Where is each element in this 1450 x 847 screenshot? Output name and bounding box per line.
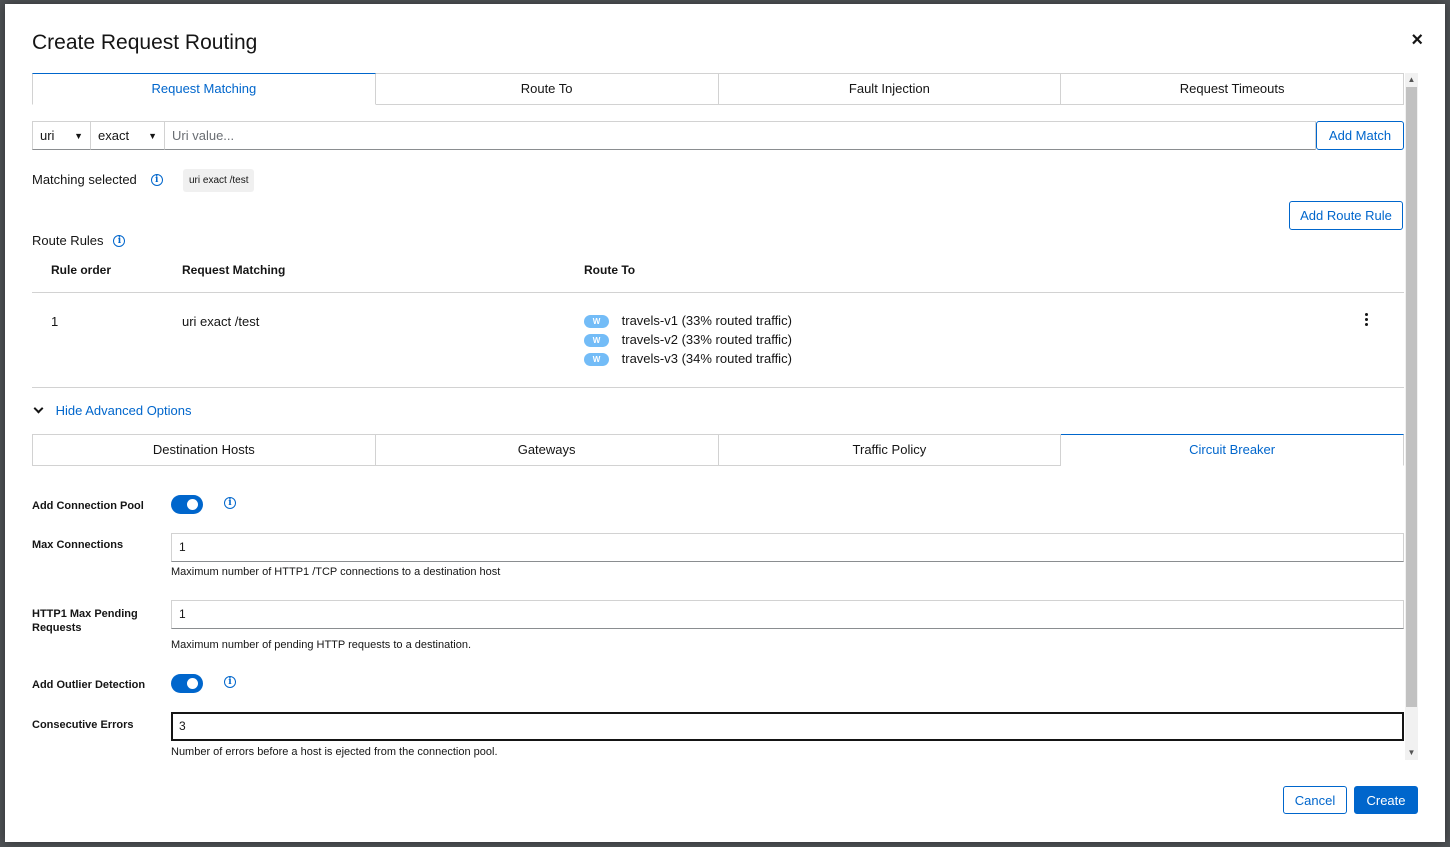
column-request-matching[interactable]: Request Matching [182,263,285,277]
info-icon[interactable]: i [150,174,163,187]
route-rules-table-header: Rule order Request Matching Route To [32,259,1404,293]
consecutive-errors-label: Consecutive Errors [32,719,134,731]
tab-fault-injection[interactable]: Fault Injection [718,73,1062,105]
column-rule-order[interactable]: Rule order [51,263,111,277]
max-connections-input[interactable]: 1 [171,533,1404,562]
close-icon[interactable]: × [1411,30,1423,50]
tab-gateways[interactable]: Gateways [375,434,719,466]
chevron-down-icon [33,403,44,414]
max-connections-helper: Maximum number of HTTP1 /TCP connections… [171,566,501,578]
uri-value-input[interactable]: Uri value... [165,121,1316,150]
add-outlier-detection-label: Add Outlier Detection [32,679,146,691]
tab-request-matching[interactable]: Request Matching [32,73,376,105]
info-icon[interactable]: i [224,497,236,509]
match-operator-value: exact [98,128,130,143]
matching-selected-label: Matching selected [32,172,137,187]
match-field-value: uri [40,128,55,143]
route-to-cell: W travels-v1 (33% routed traffic) W trav… [584,311,792,368]
http1-max-pending-helper: Maximum number of pending HTTP requests … [171,639,472,651]
modal-body: Request Matching Route To Fault Injectio… [32,73,1418,760]
add-match-button[interactable]: Add Match [1316,121,1404,150]
add-connection-pool-label: Add Connection Pool [32,500,144,512]
route-destination: W travels-v1 (33% routed traffic) [584,311,792,330]
consecutive-errors-input[interactable]: 3 [171,712,1404,741]
info-icon[interactable]: i [113,235,126,248]
route-rules-title: Route Rules [32,233,104,248]
table-row: 1 uri exact /test W travels-v1 (33% rout… [32,293,1404,388]
http1-max-pending-input[interactable]: 1 [171,600,1404,629]
http1-max-pending-label: HTTP1 Max Pending Requests [32,607,138,635]
cancel-button[interactable]: Cancel [1283,786,1347,814]
rule-order-cell: 1 [51,314,59,329]
caret-down-icon: ▼ [74,130,83,141]
max-connections-label: Max Connections [32,539,124,551]
route-destination: W travels-v2 (33% routed traffic) [584,330,792,349]
match-operator-select[interactable]: exact ▼ [91,121,165,150]
info-icon[interactable]: i [224,676,236,688]
add-route-rule-button[interactable]: Add Route Rule [1289,201,1403,230]
match-field-select[interactable]: uri ▼ [32,121,91,150]
tab-route-to[interactable]: Route To [375,73,719,105]
create-button[interactable]: Create [1354,786,1418,814]
route-destination-text: travels-v2 (33% routed traffic) [621,332,792,347]
route-destination-text: travels-v1 (33% routed traffic) [621,313,792,328]
route-rules-header: Route Rules i [32,232,126,248]
tab-traffic-policy[interactable]: Traffic Policy [718,434,1062,466]
scrollbar[interactable]: ▲ ▼ [1405,73,1418,760]
create-request-routing-modal: Create Request Routing × Request Matchin… [5,4,1445,842]
route-destination: W travels-v3 (34% routed traffic) [584,349,792,368]
kebab-menu-icon[interactable] [1365,313,1369,328]
tab-destination-hosts[interactable]: Destination Hosts [32,434,376,466]
workload-badge: W [584,353,609,367]
advanced-options-tabs: Destination Hosts Gateways Traffic Polic… [32,434,1404,466]
route-destination-text: travels-v3 (34% routed traffic) [621,351,792,366]
outlier-detection-switch[interactable] [171,674,203,693]
request-routing-tabs: Request Matching Route To Fault Injectio… [32,73,1404,105]
modal-title: Create Request Routing [32,31,258,54]
caret-down-icon: ▼ [148,130,157,141]
hide-advanced-options-label: Hide Advanced Options [55,403,192,418]
workload-badge: W [584,315,609,329]
column-route-to[interactable]: Route To [584,263,635,277]
connection-pool-switch[interactable] [171,495,203,514]
scroll-down-arrow-icon[interactable]: ▼ [1405,746,1418,760]
scroll-up-arrow-icon[interactable]: ▲ [1405,73,1418,87]
tab-circuit-breaker[interactable]: Circuit Breaker [1061,434,1404,466]
http1-max-pending-label-line1: HTTP1 Max Pending [32,608,138,620]
scrollbar-thumb[interactable] [1406,87,1417,707]
matching-selected-row: Matching selected i [32,171,163,187]
tab-request-timeouts[interactable]: Request Timeouts [1061,73,1404,105]
workload-badge: W [584,334,609,348]
matching-chip[interactable]: uri exact /test [183,169,255,192]
hide-advanced-options-toggle[interactable]: Hide Advanced Options [32,403,192,418]
http1-max-pending-label-line2: Requests [32,622,82,634]
request-matching-cell: uri exact /test [182,314,260,329]
consecutive-errors-helper: Number of errors before a host is ejecte… [171,746,498,758]
match-builder: uri ▼ exact ▼ Uri value... Add Match [32,121,1404,151]
